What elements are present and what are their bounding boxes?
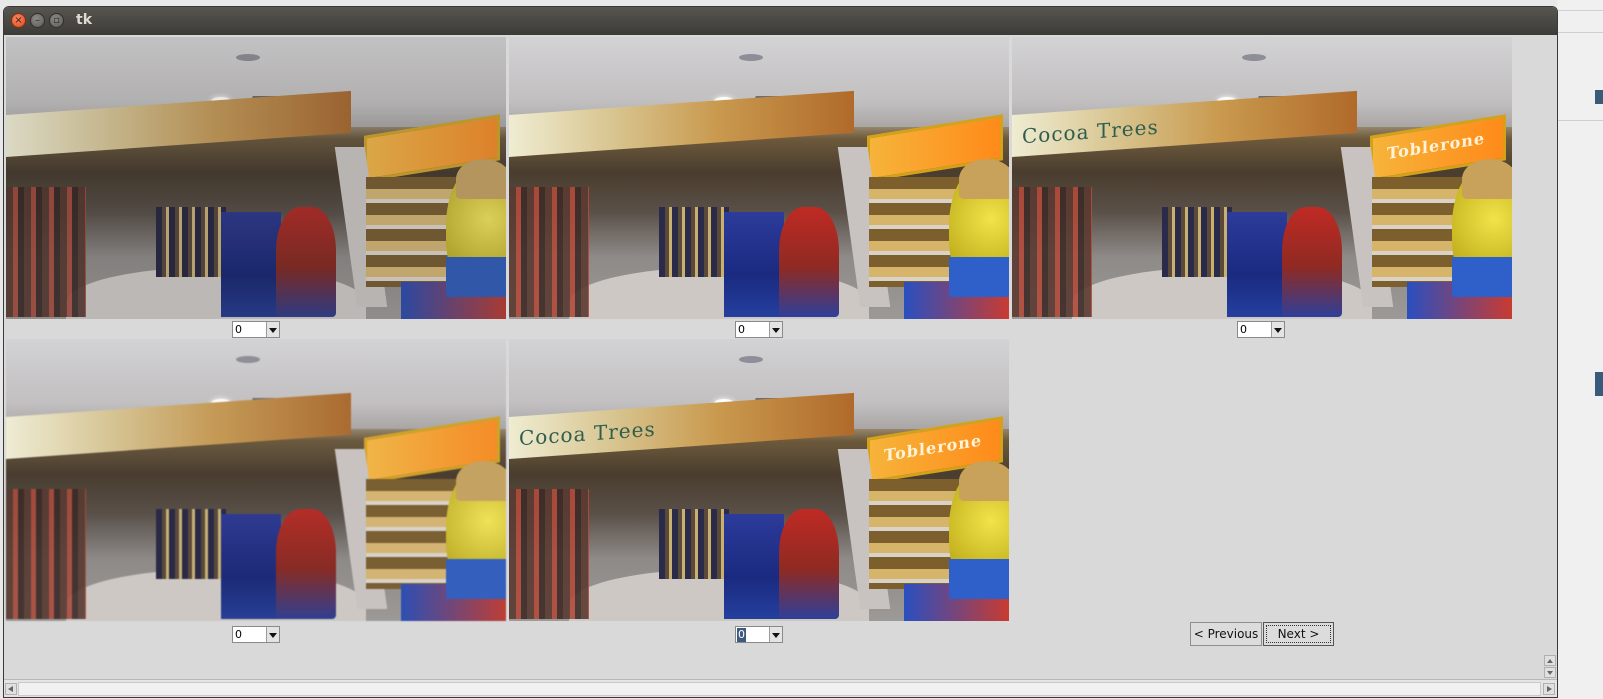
chevron-down-icon[interactable] [266, 627, 279, 642]
image-thumbnail-1 [6, 37, 506, 319]
image-thumbnail-4 [6, 339, 506, 621]
chevron-down-icon[interactable] [769, 627, 782, 642]
image-thumbnail-2 [509, 37, 1009, 319]
next-button[interactable]: Next > [1263, 622, 1334, 646]
frame-selector-value: 0 [738, 323, 745, 336]
frame-selector-value: 0 [235, 323, 242, 336]
previous-button[interactable]: < Previous [1190, 622, 1262, 646]
frame-selector-1[interactable]: 0 [232, 321, 280, 338]
scroll-up-arrow-icon[interactable] [1544, 655, 1556, 666]
image-thumbnail-3: Cocoa Trees Toblerone [1012, 37, 1512, 319]
minimize-icon: – [35, 14, 40, 26]
scroll-right-arrow-icon[interactable] [1543, 683, 1555, 695]
chevron-down-icon[interactable] [266, 322, 279, 337]
maximize-icon: ▫ [53, 14, 60, 26]
sign-text: Toblerone [884, 430, 983, 466]
frame-selector-5[interactable]: 0 [735, 626, 783, 643]
window-title: tk [76, 12, 93, 28]
frame-selector-4[interactable]: 0 [232, 626, 280, 643]
image-thumbnail-5: Cocoa Trees Toblerone [509, 339, 1009, 621]
banner-text: Cocoa Trees [1022, 114, 1159, 149]
chevron-down-icon[interactable] [1271, 322, 1284, 337]
sign-text: Toblerone [1387, 128, 1486, 164]
banner-text: Cocoa Trees [519, 416, 656, 451]
horizontal-scrollbar[interactable] [4, 679, 1557, 697]
maximize-window-button[interactable]: ▫ [49, 13, 64, 28]
frame-selector-value: 0 [1240, 323, 1247, 336]
frame-selector-value: 0 [235, 628, 242, 641]
scrollbar-trough[interactable] [18, 682, 1541, 696]
title-bar[interactable]: × – ▫ tk [4, 7, 1557, 35]
frame-selector-value: 0 [737, 628, 746, 642]
tk-window: × – ▫ tk Cocoa Trees Toblerone 0 0 0 Coc… [3, 6, 1558, 698]
close-window-button[interactable]: × [11, 13, 26, 28]
image-grid: Cocoa Trees Toblerone 0 0 0 Cocoa Trees … [4, 35, 1557, 697]
vertical-scrollbar[interactable] [1544, 655, 1557, 679]
desktop-background [1557, 0, 1603, 699]
close-icon: × [14, 14, 23, 26]
frame-selector-3[interactable]: 0 [1237, 321, 1285, 338]
chevron-down-icon[interactable] [769, 322, 782, 337]
scroll-left-arrow-icon[interactable] [5, 683, 17, 695]
scroll-down-arrow-icon[interactable] [1544, 667, 1556, 678]
frame-selector-2[interactable]: 0 [735, 321, 783, 338]
minimize-window-button[interactable]: – [30, 13, 45, 28]
